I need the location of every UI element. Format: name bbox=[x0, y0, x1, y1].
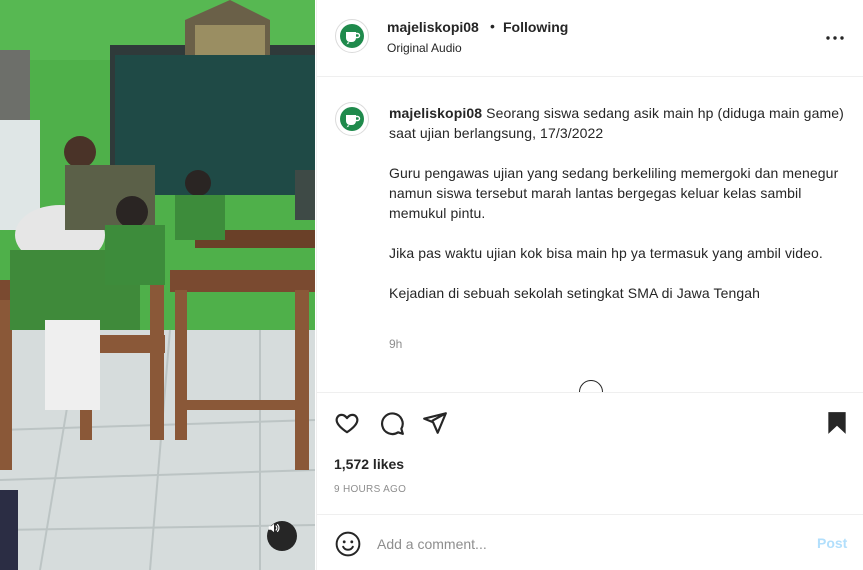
likes-count[interactable]: 1,572 likes bbox=[334, 456, 404, 472]
more-horizontal-icon[interactable] bbox=[823, 26, 847, 50]
emoji-icon[interactable] bbox=[335, 531, 361, 557]
caption-paragraph: Guru pengawas ujian yang sedang berkelil… bbox=[389, 165, 839, 221]
comment-input[interactable] bbox=[377, 531, 797, 557]
caption-username[interactable]: majeliskopi08 bbox=[389, 105, 482, 121]
caption-text: majeliskopi08 Seorang siswa sedang asik … bbox=[389, 103, 849, 323]
separator-dot: • bbox=[490, 18, 495, 34]
avatar[interactable] bbox=[335, 19, 369, 53]
coffee-cup-logo-icon bbox=[340, 24, 364, 48]
speaker-icon bbox=[268, 523, 280, 533]
post-button[interactable]: Post bbox=[817, 535, 847, 551]
caption-time: 9h bbox=[389, 337, 403, 351]
post-panel: majeliskopi08 • Following Original Audio… bbox=[316, 0, 863, 570]
header-username[interactable]: majeliskopi08 bbox=[387, 19, 479, 35]
audio-label[interactable]: Original Audio bbox=[387, 41, 462, 55]
caption-paragraph: Kejadian di sebuah sekolah setingkat SMA… bbox=[389, 285, 761, 301]
comment-bar: Post bbox=[317, 514, 863, 570]
comment-icon[interactable] bbox=[379, 410, 405, 436]
video-frame bbox=[0, 0, 315, 570]
heart-icon[interactable] bbox=[334, 410, 360, 436]
caption-area: majeliskopi08 Seorang siswa sedang asik … bbox=[317, 78, 863, 392]
bookmark-icon[interactable] bbox=[824, 410, 850, 436]
action-bar: 1,572 likes 9 HOURS AGO bbox=[317, 392, 863, 514]
post-header: majeliskopi08 • Following Original Audio bbox=[317, 0, 863, 77]
caption-avatar[interactable] bbox=[335, 102, 369, 136]
coffee-cup-logo-icon bbox=[340, 107, 364, 131]
paper-plane-icon[interactable] bbox=[422, 410, 448, 436]
mute-toggle-button[interactable] bbox=[267, 521, 297, 551]
load-more-comments-icon[interactable] bbox=[579, 380, 603, 392]
caption-paragraph: Jika pas waktu ujian kok bisa main hp ya… bbox=[389, 245, 823, 261]
post-media[interactable] bbox=[0, 0, 315, 570]
caption-paragraph: majeliskopi08 Seorang siswa sedang asik … bbox=[389, 103, 849, 143]
post-timestamp: 9 HOURS AGO bbox=[334, 484, 407, 495]
following-button[interactable]: Following bbox=[503, 19, 568, 35]
